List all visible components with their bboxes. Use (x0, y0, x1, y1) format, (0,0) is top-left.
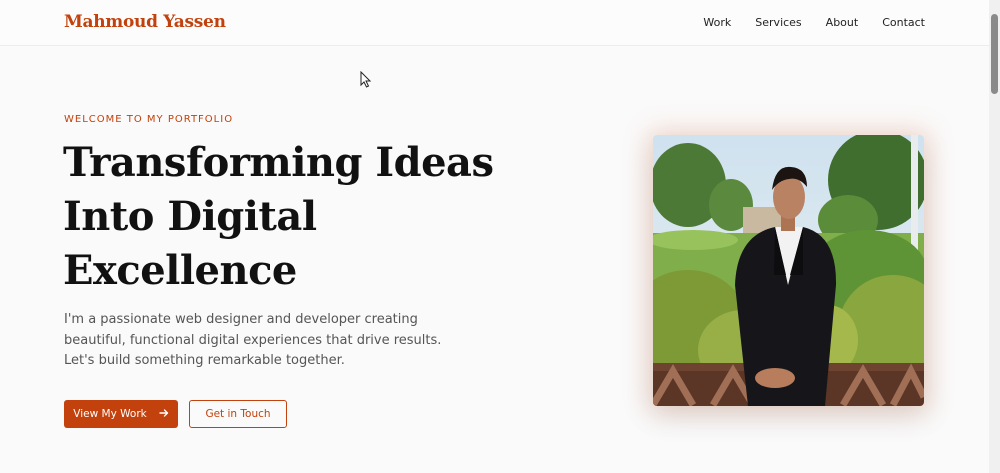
nav-link-work[interactable]: Work (703, 16, 731, 29)
intro-line: Let's build something remarkable togethe… (64, 353, 345, 368)
hero-intro: I'm a passionate web designer and develo… (64, 310, 444, 372)
profile-photo (653, 135, 924, 406)
page-scrollbar[interactable] (989, 0, 1000, 473)
intro-line: I'm a passionate web designer and develo… (64, 312, 418, 327)
headline-line: Into Digital (63, 193, 317, 240)
nav-link-contact[interactable]: Contact (882, 16, 925, 29)
hero-headline: Transforming Ideas Into Digital Excellen… (63, 136, 523, 298)
hero-eyebrow: WELCOME TO MY PORTFOLIO (64, 114, 234, 125)
site-header: Mahmoud Yassen Work Services About Conta… (0, 0, 989, 46)
site-logo[interactable]: Mahmoud Yassen (64, 12, 226, 32)
mouse-pointer-icon (360, 70, 372, 92)
scrollbar-thumb[interactable] (991, 14, 998, 94)
headline-line: Transforming Ideas (63, 139, 494, 186)
main-nav: Work Services About Contact (703, 16, 925, 29)
nav-link-services[interactable]: Services (755, 16, 801, 29)
nav-link-about[interactable]: About (826, 16, 859, 29)
get-in-touch-button[interactable]: Get in Touch (189, 400, 287, 428)
view-my-work-button[interactable]: View My Work (64, 400, 178, 428)
intro-line: beautiful, functional digital experience… (64, 332, 442, 348)
view-my-work-label: View My Work (73, 408, 147, 420)
arrow-right-icon (159, 408, 169, 421)
headline-line: Excellence (63, 247, 297, 294)
